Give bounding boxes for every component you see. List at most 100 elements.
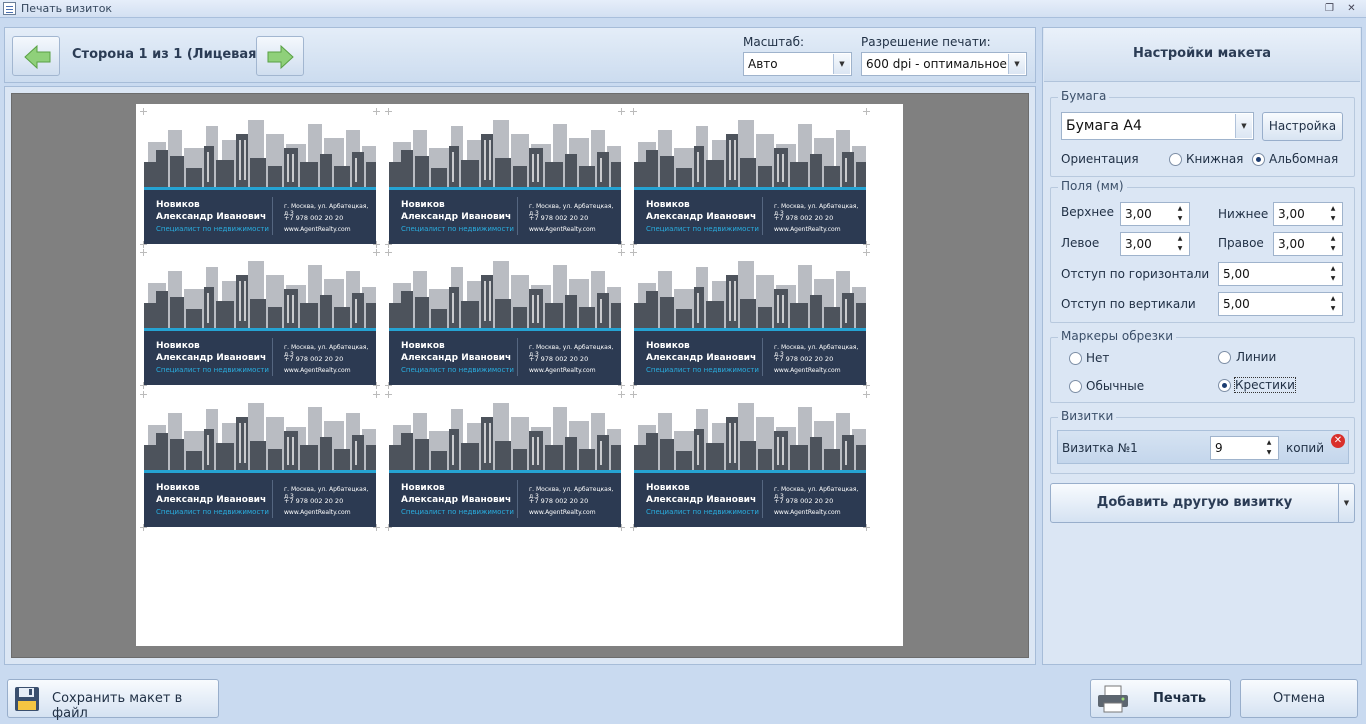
right-margin-value: 3,00 [1278, 237, 1305, 251]
remove-card-icon[interactable]: ✕ [1331, 434, 1345, 448]
add-card-button[interactable]: Добавить другую визитку [1050, 483, 1339, 523]
right-margin-label: Правое [1218, 236, 1264, 250]
landscape-label[interactable]: Альбомная [1269, 152, 1338, 166]
prev-side-button[interactable] [12, 36, 60, 76]
print-button[interactable]: Печать [1090, 679, 1231, 718]
scale-value: Авто [748, 57, 778, 71]
card-info-band: Новиков Александр Иванович Специалист по… [389, 470, 621, 527]
paper-sheet: Новиков Александр Иванович Специалист по… [136, 104, 903, 646]
spin-down-icon[interactable]: ▼ [1174, 244, 1186, 254]
card-name: Александр Иванович [401, 353, 512, 363]
spin-down-icon[interactable]: ▼ [1174, 214, 1186, 224]
markers-normal-radio[interactable] [1069, 380, 1082, 393]
right-margin-input[interactable]: 3,00 ▲ ▼ [1273, 232, 1343, 256]
card-job-title: Специалист по недвижимости [646, 225, 759, 233]
resolution-select[interactable]: 600 dpi - оптимальное ▼ [861, 52, 1027, 76]
hgap-input[interactable]: 5,00 ▲ ▼ [1218, 262, 1343, 286]
markers-crosses-label[interactable]: Крестики [1234, 377, 1296, 393]
card-website: www.AgentRealty.com [774, 226, 841, 233]
close-icon[interactable]: ✕ [1344, 2, 1359, 15]
top-margin-value: 3,00 [1125, 207, 1152, 221]
paper-setup-button[interactable]: Настройка [1262, 112, 1343, 141]
spin-up-icon[interactable]: ▲ [1327, 204, 1339, 214]
spin-up-icon[interactable]: ▲ [1174, 234, 1186, 244]
crop-mark [863, 108, 870, 115]
card-phone: +7 978 002 20 20 [284, 497, 344, 505]
settings-header: Настройки макета [1044, 28, 1360, 82]
card-website: www.AgentRealty.com [284, 367, 351, 374]
card-separator [762, 480, 763, 518]
spin-down-icon[interactable]: ▼ [1327, 214, 1339, 224]
window-title: Печать визиток [21, 2, 113, 15]
spin-down-icon[interactable]: ▼ [1327, 274, 1339, 284]
crop-mark [630, 524, 637, 531]
crop-mark [863, 391, 870, 398]
markers-none-label[interactable]: Нет [1086, 351, 1109, 365]
crop-mark [618, 382, 625, 389]
resolution-label: Разрешение печати: [861, 35, 991, 49]
save-layout-button[interactable]: Сохранить макет в файл [7, 679, 219, 721]
card-job-title: Специалист по недвижимости [156, 225, 269, 233]
preview-toolbar: Сторона 1 из 1 (Лицевая) Масштаб: Авто ▼… [4, 27, 1036, 83]
vgap-input[interactable]: 5,00 ▲ ▼ [1218, 292, 1343, 316]
card-website: www.AgentRealty.com [774, 367, 841, 374]
arrow-right-icon [267, 44, 294, 70]
spin-up-icon[interactable]: ▲ [1327, 264, 1339, 274]
spin-up-icon[interactable]: ▲ [1327, 294, 1339, 304]
card-job-title: Специалист по недвижимости [156, 508, 269, 516]
side-label: Сторона 1 из 1 (Лицевая) [72, 47, 263, 62]
paper-select[interactable]: Бумага А4 ▼ [1061, 112, 1254, 140]
business-card: Новиков Александр Иванович Специалист по… [144, 395, 376, 527]
chevron-down-icon[interactable]: ▼ [1339, 483, 1355, 523]
markers-lines-label[interactable]: Линии [1236, 350, 1276, 364]
card-job-title: Специалист по недвижимости [156, 366, 269, 374]
spin-up-icon[interactable]: ▲ [1263, 438, 1275, 448]
crop-mark [385, 241, 392, 248]
markers-crosses-radio[interactable] [1218, 379, 1231, 392]
chevron-down-icon[interactable]: ▼ [833, 54, 850, 74]
crop-mark [618, 241, 625, 248]
card-name: Александр Иванович [646, 212, 757, 222]
bottom-margin-input[interactable]: 3,00 ▲ ▼ [1273, 202, 1343, 226]
portrait-radio[interactable] [1169, 153, 1182, 166]
top-margin-input[interactable]: 3,00 ▲ ▼ [1120, 202, 1190, 226]
margins-group-title: Поля (мм) [1058, 179, 1127, 193]
left-margin-input[interactable]: 3,00 ▲ ▼ [1120, 232, 1190, 256]
chevron-down-icon[interactable]: ▼ [1008, 54, 1025, 74]
markers-group [1050, 337, 1355, 403]
card-info-band: Новиков Александр Иванович Специалист по… [634, 470, 866, 527]
markers-none-radio[interactable] [1069, 352, 1082, 365]
chevron-down-icon[interactable]: ▼ [1235, 114, 1252, 138]
copies-unit: копий [1286, 441, 1325, 455]
portrait-label[interactable]: Книжная [1186, 152, 1243, 166]
vgap-label: Отступ по вертикали [1061, 297, 1196, 311]
left-margin-value: 3,00 [1125, 237, 1152, 251]
card-phone: +7 978 002 20 20 [774, 214, 834, 222]
spin-down-icon[interactable]: ▼ [1327, 244, 1339, 254]
left-margin-label: Левое [1061, 236, 1100, 250]
markers-lines-radio[interactable] [1218, 351, 1231, 364]
spin-up-icon[interactable]: ▲ [1327, 234, 1339, 244]
markers-normal-label[interactable]: Обычные [1086, 379, 1144, 393]
spin-up-icon[interactable]: ▲ [1174, 204, 1186, 214]
copies-input[interactable]: 9 ▲ ▼ [1210, 436, 1279, 460]
crop-mark [140, 249, 147, 256]
card-info-band: Новиков Александр Иванович Специалист по… [144, 187, 376, 244]
spin-down-icon[interactable]: ▼ [1263, 448, 1275, 458]
next-side-button[interactable] [256, 36, 304, 76]
cancel-button[interactable]: Отмена [1240, 679, 1358, 718]
landscape-radio[interactable] [1252, 153, 1265, 166]
card-job-title: Специалист по недвижимости [401, 225, 514, 233]
card-separator [762, 338, 763, 376]
spin-down-icon[interactable]: ▼ [1327, 304, 1339, 314]
card-phone: +7 978 002 20 20 [774, 355, 834, 363]
card-website: www.AgentRealty.com [529, 226, 596, 233]
crop-mark [385, 391, 392, 398]
crop-mark [863, 241, 870, 248]
card-item-label: Визитка №1 [1062, 441, 1138, 455]
card-name: Александр Иванович [646, 353, 757, 363]
card-name: Александр Иванович [156, 212, 267, 222]
scale-select[interactable]: Авто ▼ [743, 52, 852, 76]
crop-mark [373, 108, 380, 115]
restore-icon[interactable]: ❐ [1322, 2, 1337, 15]
